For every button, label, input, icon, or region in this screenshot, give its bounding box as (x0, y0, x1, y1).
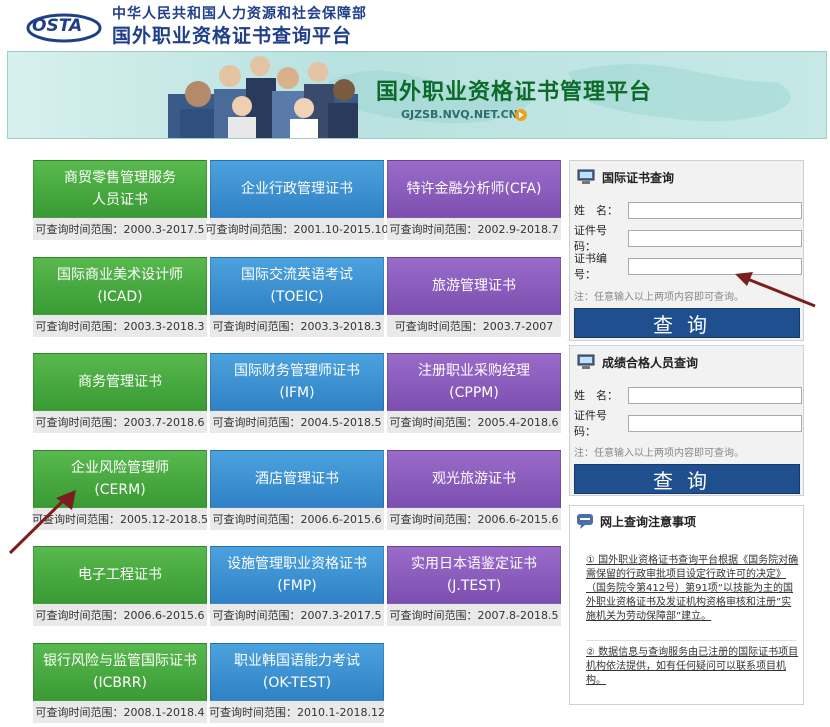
cert-tile: 观光旅游证书 可查询时间范围：2006.6-2015.6 (387, 450, 561, 530)
cert-query-range: 可查询时间范围：2000.3-2017.5 (33, 218, 207, 240)
cert-tile: 特许金融分析师(CFA) 可查询时间范围：2002.9-2018.7 (387, 160, 561, 240)
cert-button[interactable]: 观光旅游证书 (387, 450, 561, 508)
banner-url[interactable]: GJZSB.NVQ.NET.CN (401, 108, 518, 121)
cert-query-range: 可查询时间范围：2006.6-2015.6 (33, 604, 207, 626)
name-row: 姓 名： (574, 201, 802, 219)
query-note: 注：任意输入以上两项内容即可查询。 (574, 292, 744, 303)
cert-query-range: 可查询时间范围：2004.5-2018.5 (210, 411, 384, 433)
notice-header: 网上查询注意事项 (576, 512, 696, 530)
cert-tile: 企业风险管理师 (CERM) 可查询时间范围：2005.12-2018.5 (32, 450, 208, 530)
cert-button[interactable]: 酒店管理证书 (210, 450, 384, 508)
cert-tile: 实用日本语鉴定证书 (J.TEST) 可查询时间范围：2007.8-2018.5 (387, 546, 561, 626)
site-header: OSTA 中华人民共和国人力资源和社会保障部 国外职业资格证书查询平台 (0, 0, 830, 50)
cert-tile: 企业行政管理证书 可查询时间范围：2001.10-2015.10 (206, 160, 388, 240)
cert-tile: 注册职业采购经理 (CPPM) 可查询时间范围：2005.4-2018.6 (387, 353, 561, 433)
cert-query-range: 可查询时间范围：2005.12-2018.5 (32, 508, 208, 530)
id-number-input[interactable] (628, 229, 802, 247)
cert-tile: 电子工程证书 可查询时间范围：2006.6-2015.6 (33, 546, 207, 626)
divider (586, 640, 796, 641)
svg-text:OSTA: OSTA (32, 16, 82, 36)
name-label: 姓 名： (574, 389, 618, 402)
intl-cert-query-panel: 国际证书查询 姓 名： 证件号码： 证书编号： 注：任意输入以上两项内容即可查询… (569, 160, 804, 341)
cert-number-label: 证书编号： (574, 252, 607, 281)
cert-button[interactable]: 银行风险与监管国际证书 (ICBRR) (33, 643, 207, 701)
panel-header: 国际证书查询 (576, 167, 674, 187)
arrow-right-icon[interactable] (515, 109, 527, 121)
cert-button[interactable]: 设施管理职业资格证书 (FMP) (210, 546, 384, 604)
cert-button[interactable]: 电子工程证书 (33, 546, 207, 604)
cert-button[interactable]: 注册职业采购经理 (CPPM) (387, 353, 561, 411)
osta-logo[interactable]: OSTA (26, 8, 104, 44)
cert-query-range: 可查询时间范围：2002.9-2018.7 (387, 218, 561, 240)
cert-query-range: 可查询时间范围：2003.7-2018.6 (33, 411, 207, 433)
query-note: 注：任意输入以上两项内容即可查询。 (574, 448, 744, 459)
page-title: 国外职业资格证书查询平台 (112, 25, 353, 47)
cert-button[interactable]: 企业行政管理证书 (210, 160, 384, 218)
name-row: 姓 名： (574, 386, 802, 404)
name-input[interactable] (628, 386, 802, 404)
ministry-name: 中华人民共和国人力资源和社会保障部 (112, 6, 367, 22)
id-number-row: 证件号码： (574, 409, 802, 438)
chat-bubble-icon (577, 514, 593, 529)
id-number-input[interactable] (628, 414, 802, 432)
cert-query-range: 可查询时间范围：2010.1-2018.12 (209, 701, 385, 723)
cert-query-range: 可查询时间范围：2005.4-2018.6 (387, 411, 561, 433)
cert-tile: 商务管理证书 可查询时间范围：2003.7-2018.6 (33, 353, 207, 433)
cert-query-range: 可查询时间范围：2007.3-2017.5 (210, 604, 384, 626)
business-people-photo (168, 56, 358, 138)
id-number-row: 证件号码： (574, 224, 802, 253)
cert-tile: 国际财务管理师证书 (IFM) 可查询时间范围：2004.5-2018.5 (210, 353, 384, 433)
cert-button[interactable]: 实用日本语鉴定证书 (J.TEST) (387, 546, 561, 604)
cert-tile: 旅游管理证书 可查询时间范围：2003.7-2007 (387, 257, 561, 337)
cert-button[interactable]: 商务管理证书 (33, 353, 207, 411)
cert-button[interactable]: 旅游管理证书 (387, 257, 561, 315)
notice-title: 网上查询注意事项 (600, 514, 697, 529)
banner: 国外职业资格证书管理平台 GJZSB.NVQ.NET.CN (7, 51, 827, 139)
cert-button[interactable]: 特许金融分析师(CFA) (387, 160, 561, 218)
panel-title: 国际证书查询 (602, 170, 675, 185)
cert-number-row: 证书编号： (574, 252, 802, 281)
cert-tile: 酒店管理证书 可查询时间范围：2006.6-2015.6 (210, 450, 384, 530)
cert-query-range: 可查询时间范围：2001.10-2015.10 (206, 218, 388, 240)
name-input[interactable] (628, 201, 802, 219)
cert-query-range: 可查询时间范围：2003.3-2018.3 (33, 315, 207, 337)
panel-header: 成绩合格人员查询 (576, 352, 698, 372)
intl-query-button[interactable]: 查询 (574, 308, 800, 338)
cert-tile: 职业韩国语能力考试 (OK-TEST) 可查询时间范围：2010.1-2018.1… (209, 643, 385, 723)
cert-tile: 设施管理职业资格证书 (FMP) 可查询时间范围：2007.3-2017.5 (210, 546, 384, 626)
computer-icon (577, 169, 595, 184)
panel-title: 成绩合格人员查询 (602, 355, 699, 370)
notice-item-2[interactable]: ② 数据信息与查询服务由已注册的国际证书项目机构依法提供，如有任何疑问可以联系项… (586, 646, 800, 688)
cert-number-input[interactable] (628, 257, 802, 275)
cert-query-range: 可查询时间范围：2003.3-2018.3 (210, 315, 384, 337)
cert-tile: 银行风险与监管国际证书 (ICBRR) 可查询时间范围：2008.1-2018.4 (33, 643, 207, 723)
cert-button[interactable]: 职业韩国语能力考试 (OK-TEST) (210, 643, 384, 701)
banner-title: 国外职业资格证书管理平台 (376, 80, 653, 105)
cert-button[interactable]: 企业风险管理师 (CERM) (33, 450, 207, 508)
score-query-button[interactable]: 查询 (574, 464, 800, 494)
cert-tile: 国际交流英语考试 (TOEIC) 可查询时间范围：2003.3-2018.3 (210, 257, 384, 337)
cert-button[interactable]: 国际交流英语考试 (TOEIC) (210, 257, 384, 315)
score-query-panel: 成绩合格人员查询 姓 名： 证件号码： 注：任意输入以上两项内容即可查询。 查询 (569, 345, 804, 496)
query-notice-panel: 网上查询注意事项 ① 国外职业资格证书查询平台根据《国务院对确需保留的行政审批项… (569, 505, 804, 705)
cert-query-range: 可查询时间范围：2003.7-2007 (387, 315, 561, 337)
cert-query-range: 可查询时间范围：2006.6-2015.6 (210, 508, 384, 530)
cert-query-range: 可查询时间范围：2006.6-2015.6 (387, 508, 561, 530)
cert-button[interactable]: 国际商业美术设计师 (ICAD) (33, 257, 207, 315)
cert-tile: 商贸零售管理服务 人员证书 可查询时间范围：2000.3-2017.5 (33, 160, 207, 240)
cert-button[interactable]: 国际财务管理师证书 (IFM) (210, 353, 384, 411)
notice-item-1[interactable]: ① 国外职业资格证书查询平台根据《国务院对确需保留的行政审批项目设定行政许可的决… (586, 554, 800, 624)
computer-icon (577, 354, 595, 369)
cert-tile: 国际商业美术设计师 (ICAD) 可查询时间范围：2003.3-2018.3 (33, 257, 207, 337)
cert-button[interactable]: 商贸零售管理服务 人员证书 (33, 160, 207, 218)
id-number-label: 证件号码： (574, 409, 607, 438)
cert-query-range: 可查询时间范围：2007.8-2018.5 (387, 604, 561, 626)
cert-query-range: 可查询时间范围：2008.1-2018.4 (33, 701, 207, 723)
name-label: 姓 名： (574, 204, 618, 217)
